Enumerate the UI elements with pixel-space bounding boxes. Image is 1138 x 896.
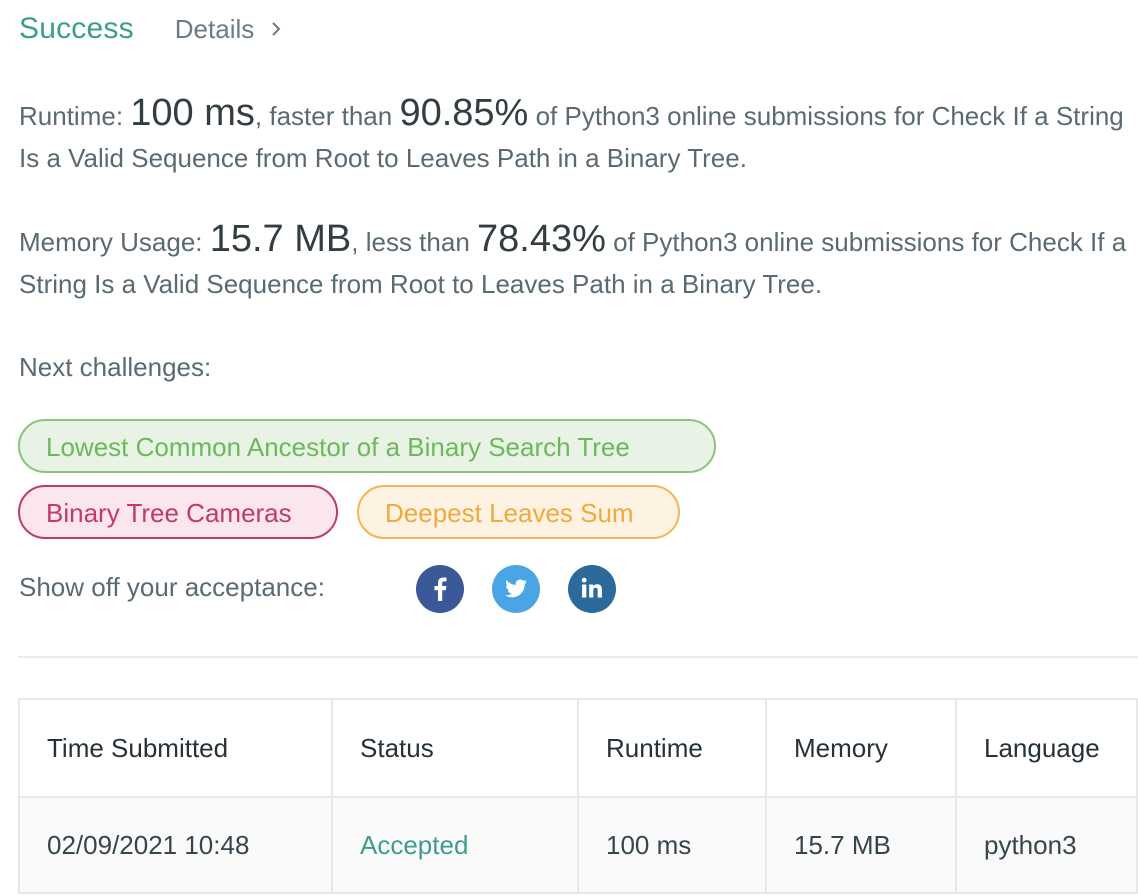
challenge-chip-easy[interactable]: Lowest Common Ancestor of a Binary Searc… [18,419,716,473]
runtime-comparison: , faster than [254,101,393,131]
cell-language: python3 [955,796,1138,894]
column-header-runtime[interactable]: Runtime [577,698,767,798]
table-header-row: Time Submitted Status Runtime Memory Lan… [18,698,1138,798]
facebook-icon [434,577,447,601]
chevron-right-icon [272,22,281,36]
column-header-status[interactable]: Status [331,698,579,798]
runtime-summary: Runtime: 100 ms, faster than 90.85% of P… [19,92,1129,179]
next-challenges-label: Next challenges: [19,352,212,382]
memory-value: 15.7 MB [209,218,352,260]
table-row: 02/09/2021 10:48 Accepted 100 ms 15.7 MB… [18,796,1138,894]
twitter-icon [505,579,527,598]
cell-runtime: 100 ms [577,796,767,894]
runtime-value: 100 ms [130,92,255,134]
section-divider [18,656,1138,658]
details-link[interactable]: Details [175,14,284,45]
runtime-label: Runtime: [19,101,124,131]
challenge-chip-medium[interactable]: Deepest Leaves Sum [357,485,680,539]
facebook-share-button[interactable] [416,565,464,613]
column-header-memory[interactable]: Memory [765,698,957,798]
challenge-chip-hard[interactable]: Binary Tree Cameras [18,485,338,539]
cell-time-submitted: 02/09/2021 10:48 [18,796,333,894]
status-title: Success [19,12,134,45]
result-header: Success Details [19,12,284,46]
column-header-language[interactable]: Language [955,698,1138,798]
column-header-time-submitted[interactable]: Time Submitted [18,698,333,798]
cell-status-link[interactable]: Accepted [331,796,579,894]
share-label: Show off your acceptance: [19,572,325,602]
details-link-label: Details [174,13,255,44]
submissions-table: Time Submitted Status Runtime Memory Lan… [18,698,1138,894]
memory-label: Memory Usage: [19,227,203,257]
memory-percentile: 78.43% [477,218,606,260]
twitter-share-button[interactable] [492,565,540,613]
memory-comparison: , less than [351,227,470,257]
cell-memory: 15.7 MB [765,796,957,894]
linkedin-share-button[interactable] [568,565,616,613]
runtime-percentile: 90.85% [399,92,529,134]
memory-summary: Memory Usage: 15.7 MB, less than 78.43% … [19,218,1129,305]
linkedin-icon [581,577,602,598]
